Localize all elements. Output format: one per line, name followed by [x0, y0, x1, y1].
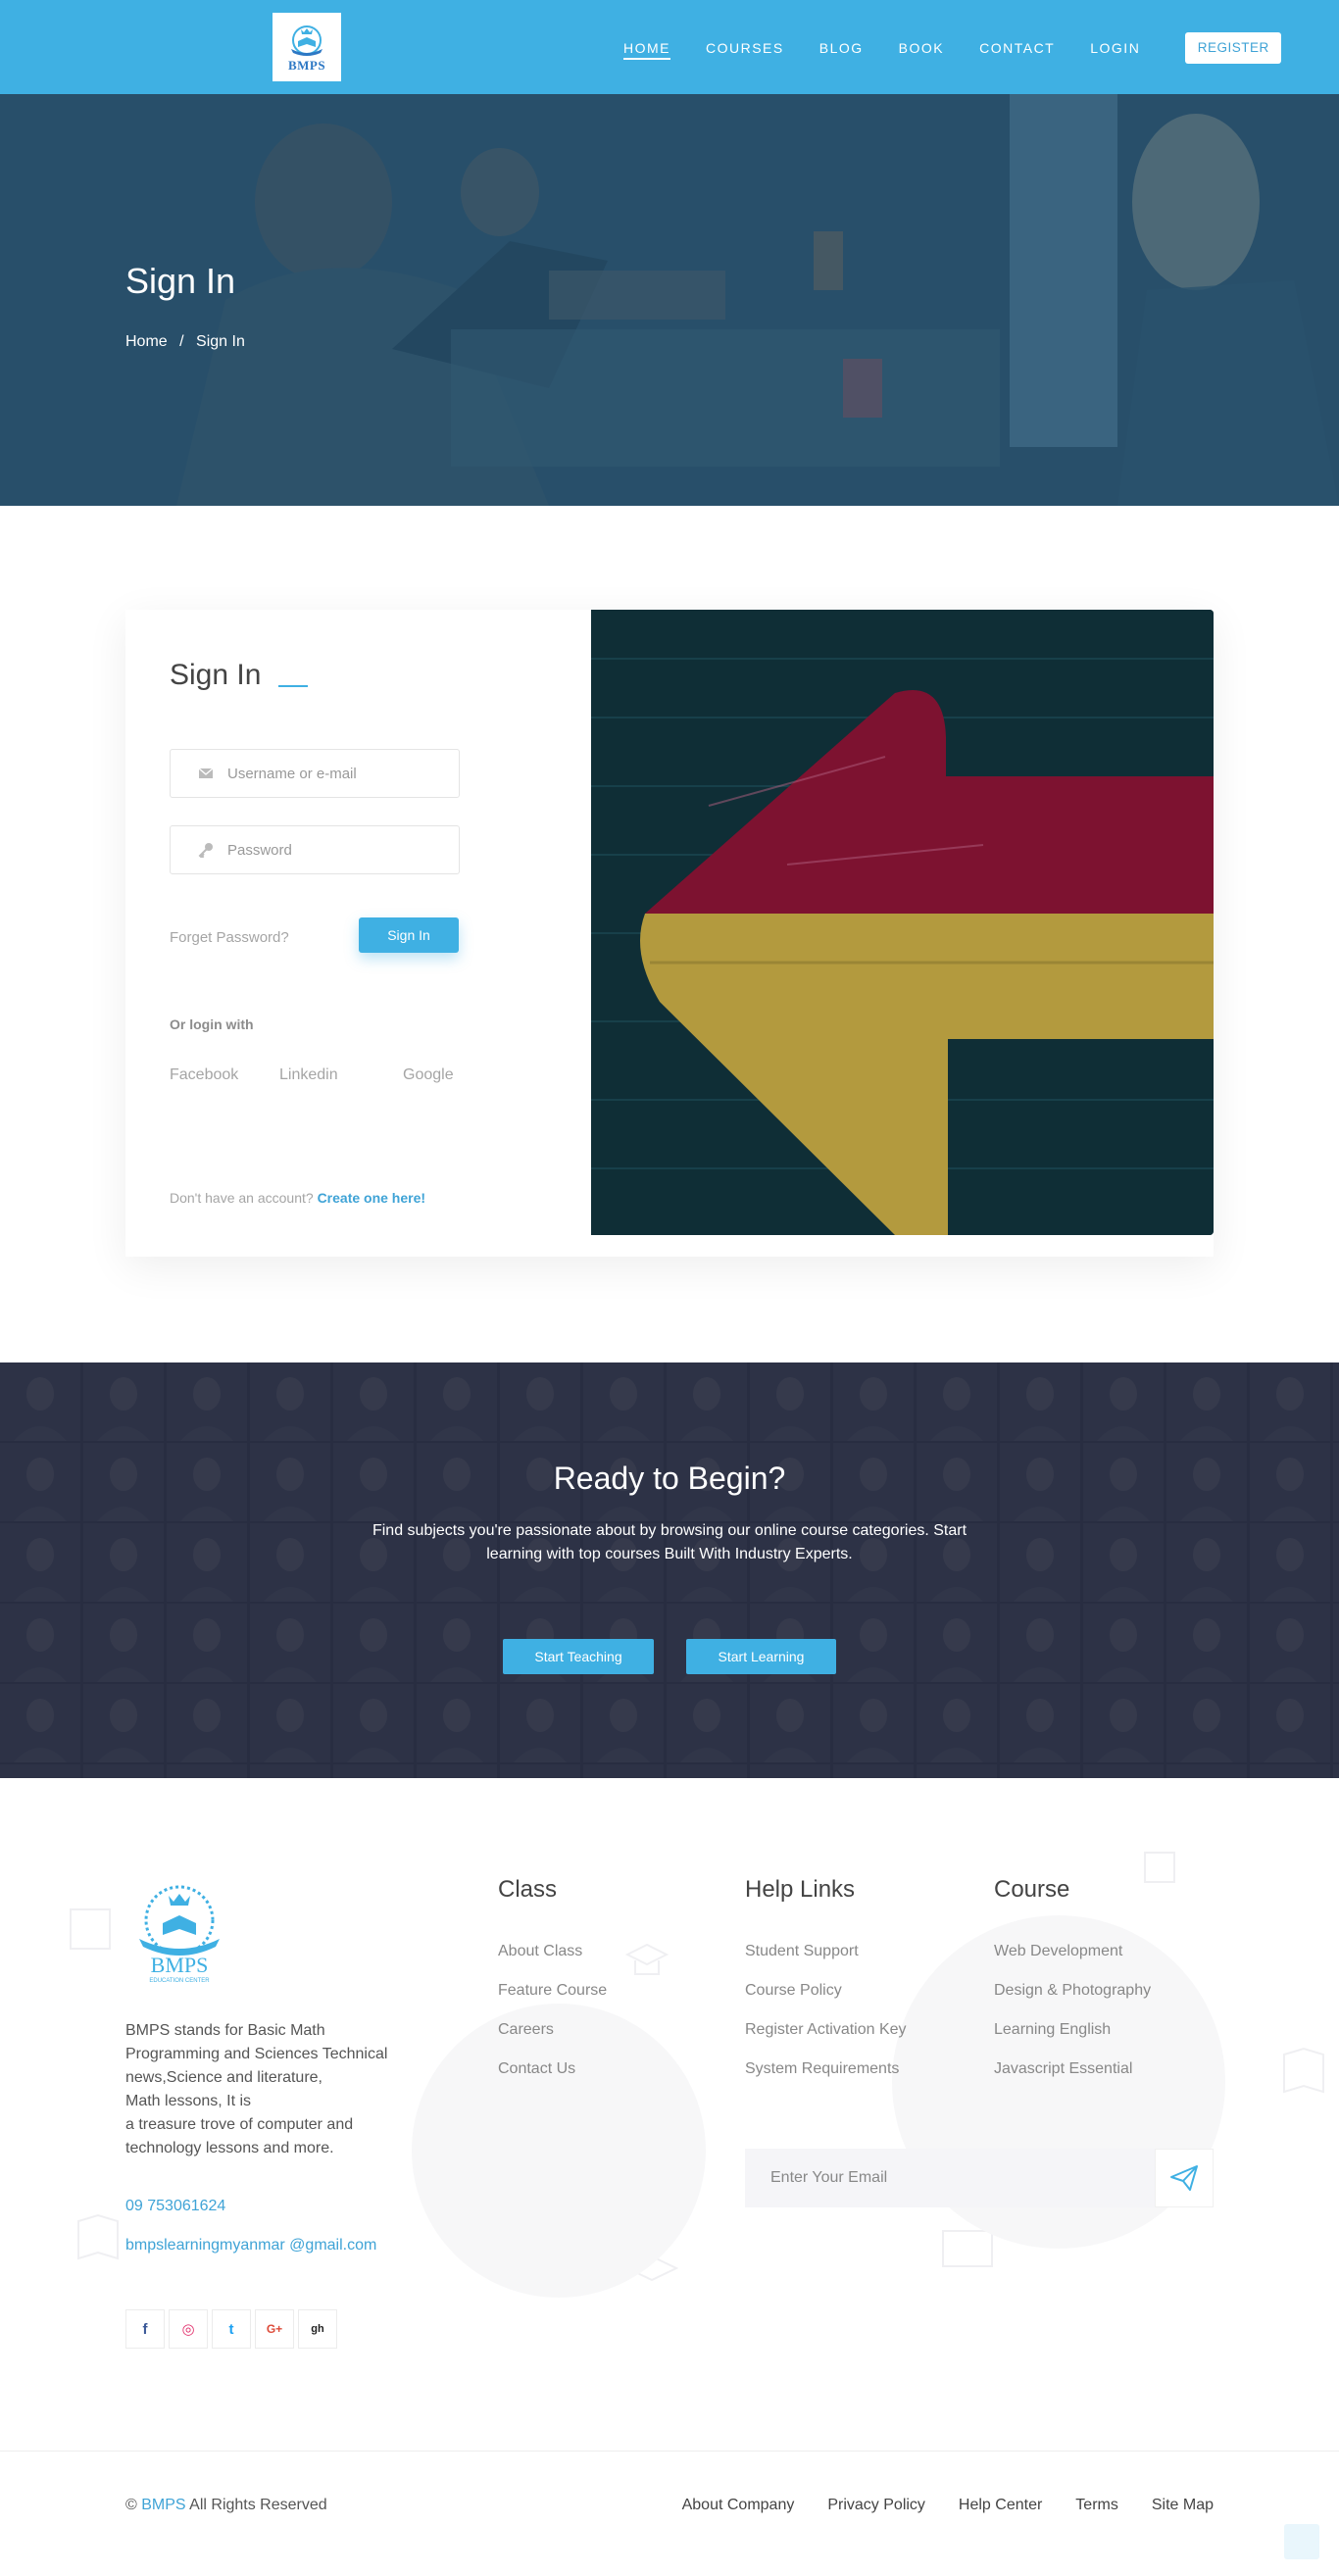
nav-blog[interactable]: BLOG	[819, 36, 864, 60]
footer-link[interactable]: Register Activation Key	[745, 2021, 907, 2060]
footer-link[interactable]: Javascript Essential	[994, 2060, 1151, 2100]
footer-link[interactable]: About Class	[498, 1943, 607, 1982]
footer-about: BMPS stands for Basic Math Programming a…	[125, 2019, 420, 2160]
about-company-link[interactable]: About Company	[682, 2497, 795, 2514]
footer-link[interactable]: System Requirements	[745, 2060, 907, 2100]
help-center-link[interactable]: Help Center	[959, 2497, 1042, 2514]
site-header: BMPS HOME COURSES BLOG BOOK CONTACT LOGI…	[0, 0, 1339, 94]
signup-prompt: Don't have an account? Create one here!	[170, 1190, 425, 1206]
instagram-icon[interactable]: ◎	[169, 2309, 208, 2349]
github-icon[interactable]: gh	[298, 2309, 337, 2349]
site-map-link[interactable]: Site Map	[1152, 2497, 1214, 2514]
footer-link[interactable]: Design & Photography	[994, 1982, 1151, 2021]
footer-column-help-links: Help Links Student Support Course Policy…	[745, 1876, 907, 2100]
nav-home[interactable]: HOME	[623, 36, 670, 60]
signin-button[interactable]: Sign In	[359, 917, 459, 953]
twitter-icon[interactable]: t	[212, 2309, 251, 2349]
password-field[interactable]	[170, 825, 460, 874]
about-line: technology lessons and more.	[125, 2140, 334, 2156]
breadcrumb-separator: /	[179, 333, 184, 350]
footer-email[interactable]: bmpslearningmyanmar @gmail.com	[125, 2237, 376, 2254]
about-line: Math lessons, It is	[125, 2093, 252, 2109]
back-to-top-button[interactable]	[1284, 2524, 1319, 2559]
start-learning-button[interactable]: Start Learning	[686, 1639, 836, 1674]
copyright-symbol: ©	[125, 2497, 137, 2513]
key-icon	[198, 843, 213, 858]
facebook-icon[interactable]: f	[125, 2309, 165, 2349]
google-plus-icon[interactable]: G+	[255, 2309, 294, 2349]
forget-password-link[interactable]: Forget Password?	[170, 929, 289, 946]
footer-link[interactable]: Contact Us	[498, 2060, 607, 2100]
newsletter-email-input[interactable]	[745, 2169, 1155, 2187]
breadcrumb-home[interactable]: Home	[125, 333, 168, 350]
breadcrumb-current: Sign In	[196, 333, 245, 350]
password-input[interactable]	[227, 841, 443, 859]
send-button[interactable]	[1155, 2149, 1214, 2207]
signin-card: Sign In Forget Password? Sign In Or logi…	[125, 610, 1214, 1257]
footer-link[interactable]: Feature Course	[498, 1982, 607, 2021]
footer-link[interactable]: Student Support	[745, 1943, 907, 1982]
signin-title: Sign In	[170, 659, 262, 691]
username-input[interactable]	[227, 765, 443, 782]
footer-column-course: Course Web Development Design & Photogra…	[994, 1876, 1151, 2100]
title-underline	[278, 685, 308, 687]
footer-logo-icon: BMPS EDUCATION CENTER	[139, 1885, 220, 1984]
signup-prompt-text: Don't have an account?	[170, 1190, 314, 1206]
username-field[interactable]	[170, 749, 460, 798]
about-line: news,Science and literature,	[125, 2069, 322, 2086]
or-login-label: Or login with	[170, 1016, 254, 1032]
start-teaching-button[interactable]: Start Teaching	[503, 1639, 654, 1674]
column-title: Course	[994, 1876, 1070, 1903]
footer-link[interactable]: Careers	[498, 2021, 607, 2060]
bottom-links: About Company Privacy Policy Help Center…	[649, 2497, 1214, 2514]
bottom-bar: © BMPS All Rights Reserved About Company…	[0, 2451, 1339, 2576]
terms-link[interactable]: Terms	[1075, 2497, 1118, 2514]
nav-login[interactable]: LOGIN	[1090, 36, 1140, 60]
about-line: Programming and Sciences Technical	[125, 2046, 388, 2062]
footer-link[interactable]: Learning English	[994, 2021, 1151, 2060]
register-button[interactable]: REGISTER	[1185, 32, 1282, 64]
footer-logo-text: BMPS	[151, 1953, 209, 1977]
cta-description: Find subjects you're passionate about by…	[372, 1522, 967, 1562]
create-account-link[interactable]: Create one here!	[318, 1190, 425, 1206]
cta-section: Ready to Begin? Find subjects you're pas…	[0, 1362, 1339, 1778]
logo-crest-icon	[291, 25, 322, 56]
logo-text: BMPS	[287, 57, 326, 73]
column-title: Help Links	[745, 1876, 856, 1903]
copyright-brand-link[interactable]: BMPS	[141, 2497, 185, 2513]
nav-contact[interactable]: CONTACT	[979, 36, 1055, 60]
column-title: Class	[498, 1876, 558, 1903]
paper-plane-icon	[1170, 2165, 1198, 2191]
nav-courses[interactable]: COURSES	[706, 36, 784, 60]
envelope-icon	[198, 768, 214, 778]
breadcrumb: Home / Sign In	[125, 333, 245, 351]
copyright: © BMPS All Rights Reserved	[125, 2497, 327, 2514]
footer-phone[interactable]: 09 753061624	[125, 2198, 225, 2215]
site-logo[interactable]: BMPS	[273, 13, 341, 81]
site-footer: BMPS EDUCATION CENTER BMPS stands for Ba…	[0, 1778, 1339, 2451]
hero-banner: Sign In Home / Sign In	[0, 94, 1339, 506]
painted-arrow-image	[591, 610, 1214, 1235]
footer-link[interactable]: Web Development	[994, 1943, 1151, 1982]
privacy-policy-link[interactable]: Privacy Policy	[827, 2497, 925, 2514]
footer-column-class: Class About Class Feature Course Careers…	[498, 1876, 607, 2100]
page-title: Sign In	[125, 261, 236, 301]
about-line: a treasure trove of computer and	[125, 2116, 354, 2133]
copyright-text: All Rights Reserved	[189, 2497, 327, 2513]
footer-social-links: f ◎ t G+ gh	[125, 2309, 341, 2349]
footer-link[interactable]: Course Policy	[745, 1982, 907, 2021]
newsletter-form	[745, 2149, 1214, 2207]
cta-title: Ready to Begin?	[553, 1461, 786, 1496]
portraits-background	[0, 1362, 1339, 1778]
nav-book[interactable]: BOOK	[899, 36, 944, 60]
facebook-login-link[interactable]: Facebook	[170, 1066, 238, 1084]
about-line: BMPS stands for Basic Math	[125, 2022, 325, 2039]
main-nav: HOME COURSES BLOG BOOK CONTACT LOGIN REG…	[623, 32, 1282, 64]
footer-logo-subtext: EDUCATION CENTER	[149, 1978, 210, 1984]
linkedin-login-link[interactable]: Linkedin	[279, 1066, 338, 1084]
arrow-wall-photo	[591, 610, 1214, 1235]
google-login-link[interactable]: Google	[403, 1066, 454, 1084]
